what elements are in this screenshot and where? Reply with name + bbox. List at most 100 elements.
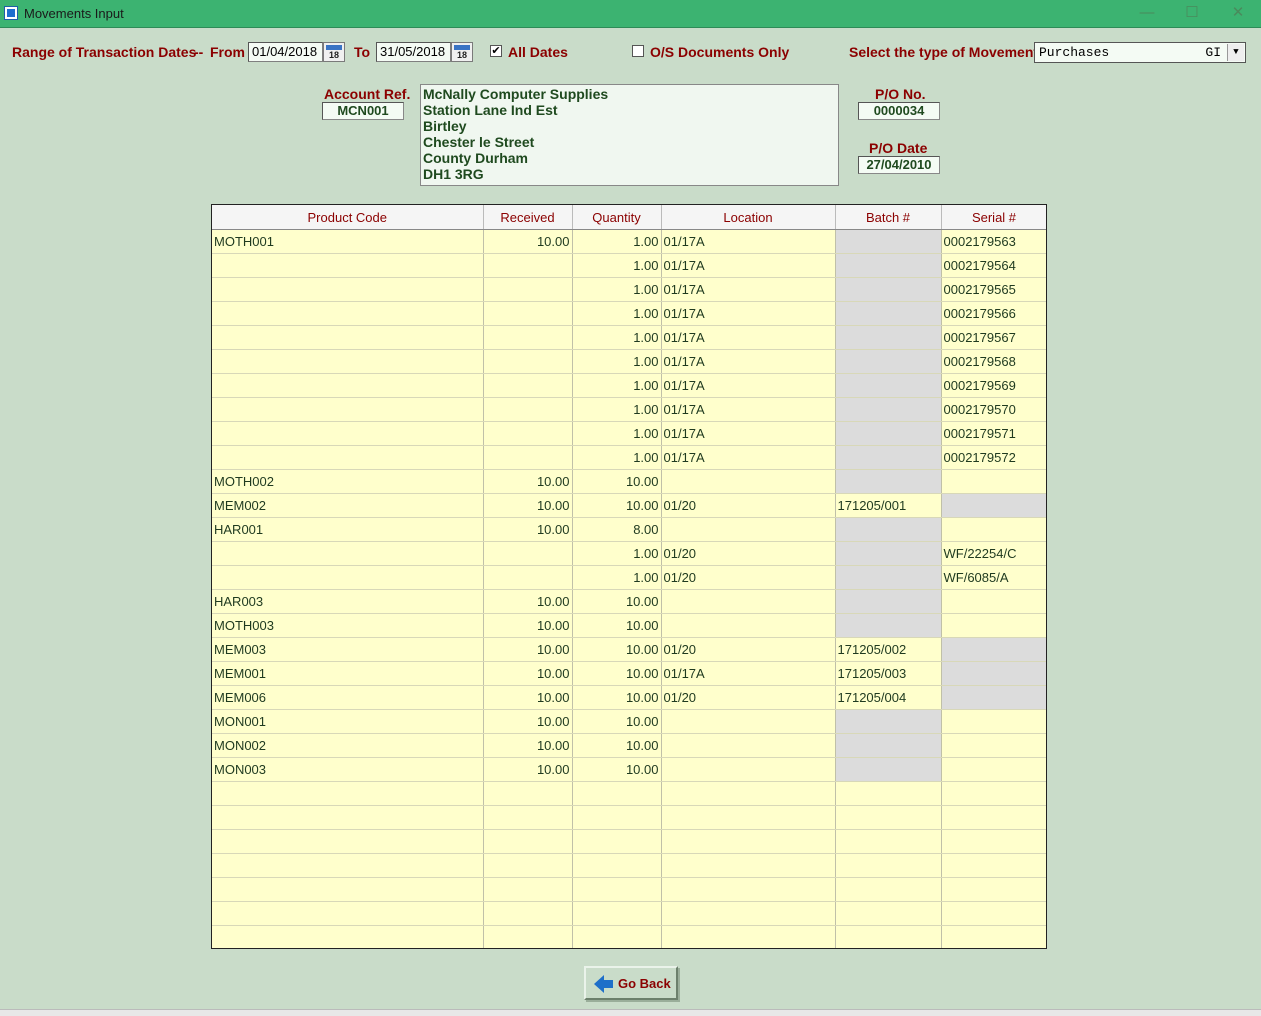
cell-received[interactable]: 10.00 — [483, 517, 573, 542]
cell-location[interactable]: 01/17A — [661, 661, 836, 686]
cell-received[interactable] — [483, 805, 573, 830]
cell-batch[interactable] — [835, 565, 942, 590]
cell-batch[interactable] — [835, 277, 942, 302]
cell-serial[interactable]: 0002179569 — [941, 373, 1046, 398]
cell-product-code[interactable]: MON002 — [212, 733, 484, 758]
cell-batch[interactable] — [835, 733, 942, 758]
cell-batch[interactable] — [835, 901, 942, 926]
cell-received[interactable]: 10.00 — [483, 613, 573, 638]
table-row[interactable] — [212, 901, 1046, 926]
cell-batch[interactable] — [835, 757, 942, 782]
cell-location[interactable]: 01/17A — [661, 349, 836, 374]
table-row[interactable]: 1.00 01/17A 0002179568 — [212, 349, 1046, 374]
cell-location[interactable] — [661, 469, 836, 494]
table-row[interactable]: 1.00 01/20 WF/22254/C — [212, 541, 1046, 566]
cell-location[interactable] — [661, 877, 836, 902]
column-header-quantity[interactable]: Quantity — [572, 205, 662, 230]
cell-quantity[interactable]: 1.00 — [572, 565, 662, 590]
cell-serial[interactable] — [941, 853, 1046, 878]
cell-serial[interactable] — [941, 901, 1046, 926]
table-row[interactable]: 1.00 01/17A 0002179572 — [212, 445, 1046, 470]
cell-batch[interactable] — [835, 877, 942, 902]
cell-received[interactable]: 10.00 — [483, 757, 573, 782]
cell-quantity[interactable]: 10.00 — [572, 613, 662, 638]
table-row[interactable]: 1.00 01/17A 0002179566 — [212, 301, 1046, 326]
cell-product-code[interactable] — [212, 445, 484, 470]
cell-batch[interactable]: 171205/002 — [835, 637, 942, 662]
cell-serial[interactable] — [941, 829, 1046, 854]
cell-batch[interactable]: 171205/003 — [835, 661, 942, 686]
po-date-field[interactable]: 27/04/2010 — [858, 156, 940, 174]
cell-location[interactable]: 01/20 — [661, 637, 836, 662]
cell-quantity[interactable]: 1.00 — [572, 253, 662, 278]
table-row[interactable]: 1.00 01/17A 0002179569 — [212, 373, 1046, 398]
cell-location[interactable]: 01/17A — [661, 229, 836, 254]
cell-location[interactable] — [661, 925, 836, 948]
table-row[interactable]: MEM006 10.00 10.00 01/20 171205/004 — [212, 685, 1046, 710]
cell-quantity[interactable] — [572, 925, 662, 948]
cell-location[interactable]: 01/20 — [661, 541, 836, 566]
cell-location[interactable]: 01/17A — [661, 253, 836, 278]
table-row[interactable] — [212, 805, 1046, 830]
cell-location[interactable] — [661, 709, 836, 734]
cell-quantity[interactable]: 1.00 — [572, 277, 662, 302]
cell-location[interactable]: 01/20 — [661, 565, 836, 590]
cell-batch[interactable] — [835, 301, 942, 326]
cell-product-code[interactable]: MEM002 — [212, 493, 484, 518]
cell-serial[interactable]: 0002179572 — [941, 445, 1046, 470]
table-row[interactable]: MON002 10.00 10.00 — [212, 733, 1046, 758]
cell-location[interactable] — [661, 901, 836, 926]
cell-location[interactable]: 01/17A — [661, 301, 836, 326]
cell-serial[interactable] — [941, 709, 1046, 734]
cell-product-code[interactable]: MOTH001 — [212, 229, 484, 254]
cell-serial[interactable]: WF/6085/A — [941, 565, 1046, 590]
cell-quantity[interactable]: 1.00 — [572, 373, 662, 398]
cell-batch[interactable] — [835, 517, 942, 542]
cell-received[interactable] — [483, 901, 573, 926]
cell-serial[interactable] — [941, 805, 1046, 830]
cell-serial[interactable]: 0002179564 — [941, 253, 1046, 278]
cell-location[interactable] — [661, 853, 836, 878]
table-row[interactable] — [212, 781, 1046, 806]
cell-received[interactable] — [483, 853, 573, 878]
cell-received[interactable] — [483, 397, 573, 422]
table-row[interactable]: 1.00 01/20 WF/6085/A — [212, 565, 1046, 590]
to-date-field[interactable]: 31/05/2018 — [376, 42, 451, 62]
cell-product-code[interactable]: MEM001 — [212, 661, 484, 686]
cell-received[interactable] — [483, 877, 573, 902]
table-row[interactable]: MON003 10.00 10.00 — [212, 757, 1046, 782]
cell-location[interactable]: 01/17A — [661, 277, 836, 302]
cell-product-code[interactable]: HAR003 — [212, 589, 484, 614]
cell-product-code[interactable]: MON003 — [212, 757, 484, 782]
cell-received[interactable]: 10.00 — [483, 469, 573, 494]
table-row[interactable]: MEM001 10.00 10.00 01/17A 171205/003 — [212, 661, 1046, 686]
cell-product-code[interactable] — [212, 781, 484, 806]
cell-received[interactable] — [483, 829, 573, 854]
cell-product-code[interactable]: MEM003 — [212, 637, 484, 662]
cell-batch[interactable] — [835, 229, 942, 254]
cell-quantity[interactable]: 10.00 — [572, 709, 662, 734]
cell-quantity[interactable]: 8.00 — [572, 517, 662, 542]
cell-serial[interactable] — [941, 877, 1046, 902]
cell-serial[interactable]: 0002179570 — [941, 397, 1046, 422]
cell-batch[interactable] — [835, 421, 942, 446]
table-row[interactable]: MEM002 10.00 10.00 01/20 171205/001 — [212, 493, 1046, 518]
cell-serial[interactable] — [941, 613, 1046, 638]
cell-serial[interactable]: 0002179568 — [941, 349, 1046, 374]
table-row[interactable]: MOTH001 10.00 1.00 01/17A 0002179563 — [212, 229, 1046, 254]
table-row[interactable] — [212, 925, 1046, 948]
cell-serial[interactable] — [941, 493, 1046, 518]
table-row[interactable] — [212, 877, 1046, 902]
cell-batch[interactable] — [835, 373, 942, 398]
table-row[interactable]: 1.00 01/17A 0002179565 — [212, 277, 1046, 302]
column-header-serial[interactable]: Serial # — [941, 205, 1046, 230]
cell-location[interactable]: 01/17A — [661, 325, 836, 350]
cell-location[interactable] — [661, 733, 836, 758]
cell-serial[interactable]: 0002179567 — [941, 325, 1046, 350]
cell-product-code[interactable] — [212, 253, 484, 278]
cell-serial[interactable] — [941, 589, 1046, 614]
cell-product-code[interactable]: MOTH003 — [212, 613, 484, 638]
cell-batch[interactable] — [835, 805, 942, 830]
table-row[interactable]: 1.00 01/17A 0002179571 — [212, 421, 1046, 446]
cell-serial[interactable]: 0002179565 — [941, 277, 1046, 302]
